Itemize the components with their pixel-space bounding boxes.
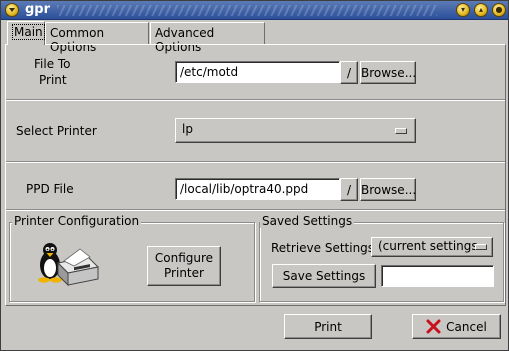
printer-select-value: lp (182, 122, 193, 136)
dialog-action-area: Print Cancel (5, 306, 506, 348)
separator (6, 161, 505, 163)
print-button[interactable]: Print (284, 314, 372, 339)
settings-name-input[interactable] (381, 265, 494, 287)
select-printer-label: Select Printer (16, 124, 97, 138)
window-menu-icon[interactable] (5, 3, 19, 17)
tux-printer-icon (38, 243, 100, 287)
title-bar-decoration (57, 5, 437, 16)
cancel-x-icon (426, 319, 441, 334)
tab-advanced-options[interactable]: Advanced Options (150, 22, 265, 54)
configure-printer-label-line1: Configure (154, 251, 214, 265)
retrieve-settings-label: Retrieve Settings (271, 241, 375, 255)
tab-main[interactable]: Main (7, 21, 45, 45)
window-title: gpr (25, 2, 51, 17)
configure-printer-label-line2: Printer (164, 266, 204, 280)
minimize-icon[interactable]: ▾ (456, 3, 470, 17)
separator (6, 99, 505, 101)
separator (6, 209, 505, 211)
retrieve-settings-value: (current settings (378, 239, 478, 253)
file-to-print-input[interactable] (175, 61, 340, 83)
ppd-file-input[interactable] (175, 178, 340, 200)
main-tab-panel: File To Print / Browse... Select Printer… (5, 44, 506, 306)
cancel-button[interactable]: Cancel (412, 314, 501, 339)
tab-common-options[interactable]: Common Options (45, 22, 149, 54)
printer-select[interactable]: lp (175, 118, 416, 143)
saved-settings-frame (259, 222, 504, 302)
ppd-file-label: PPD File (26, 182, 74, 196)
title-bar[interactable]: gpr ▾ ▴ ● (1, 1, 508, 20)
file-path-slash-button[interactable]: / (340, 61, 358, 84)
ppd-browse-button[interactable]: Browse... (360, 178, 416, 201)
maximize-icon[interactable]: ▴ (474, 3, 488, 17)
printer-configuration-title: Printer Configuration (12, 214, 142, 228)
file-to-print-label-line1: File To (34, 57, 71, 71)
file-browse-button[interactable]: Browse... (360, 61, 416, 84)
save-settings-button[interactable]: Save Settings (272, 264, 376, 288)
cancel-label: Cancel (446, 319, 487, 334)
saved-settings-title: Saved Settings (260, 214, 355, 228)
gpr-window: gpr ▾ ▴ ● Main Common Options Advanced O… (0, 0, 509, 351)
configure-printer-button[interactable]: Configure Printer (147, 246, 221, 286)
tab-main-label: Main (12, 24, 45, 40)
retrieve-settings-select[interactable]: (current settings (371, 237, 493, 257)
file-to-print-label-line2: Print (39, 73, 67, 87)
close-icon[interactable]: ● (492, 3, 506, 17)
ppd-path-slash-button[interactable]: / (340, 178, 358, 201)
option-menu-indicator-icon (395, 127, 407, 134)
option-menu-indicator-icon (475, 244, 487, 250)
